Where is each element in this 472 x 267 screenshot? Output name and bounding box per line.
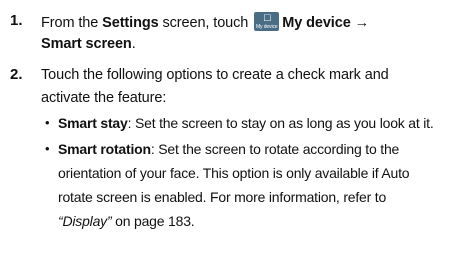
step-text: screen, touch — [158, 15, 249, 31]
bullet-text: : Set the screen to rotate according to … — [150, 141, 400, 157]
settings-label: Settings — [102, 15, 159, 31]
instruction-document: 1. From the Settings screen, touch ☐ My de… — [0, 0, 472, 267]
step-number: 2. — [10, 66, 23, 83]
bullet-dot: • — [45, 141, 50, 156]
bullet-line: Smart rotation: Set the screen to rotate… — [58, 140, 399, 158]
step-text: . — [131, 36, 136, 52]
arrow-icon: → — [354, 15, 370, 31]
step-text: From the — [41, 15, 103, 31]
step-2-line-1: Touch the following options to create a … — [41, 67, 389, 83]
step-1-line-2: Smart screen. — [41, 35, 136, 53]
step-number: 1. — [10, 12, 23, 29]
bullet-title: Smart rotation — [58, 141, 151, 157]
my-device-label: My device — [282, 15, 351, 31]
icon-caption: My device — [255, 24, 278, 30]
bullet-line: rotate screen is enabled. For more infor… — [58, 189, 387, 205]
bullet-line: Smart stay: Set the screen to stay on as… — [58, 114, 434, 132]
bullet-title: Smart stay — [58, 115, 128, 131]
bullet-line: “Display” on page 183. — [58, 212, 195, 230]
step-1-line-1: From the Settings screen, touch ☐ My devic… — [41, 12, 369, 32]
my-device-icon: ☐ My device — [254, 12, 280, 31]
bullet-line: orientation of your face. This option is… — [58, 165, 410, 181]
step-2-line-2: activate the feature: — [41, 90, 167, 106]
bullet-text: : Set the screen to stay on as long as y… — [127, 115, 434, 131]
bullet-text: on page 183. — [111, 213, 195, 229]
smart-screen-label: Smart screen — [41, 36, 132, 52]
cross-reference-link[interactable]: “Display” — [58, 213, 112, 229]
bullet-dot: • — [45, 115, 50, 130]
